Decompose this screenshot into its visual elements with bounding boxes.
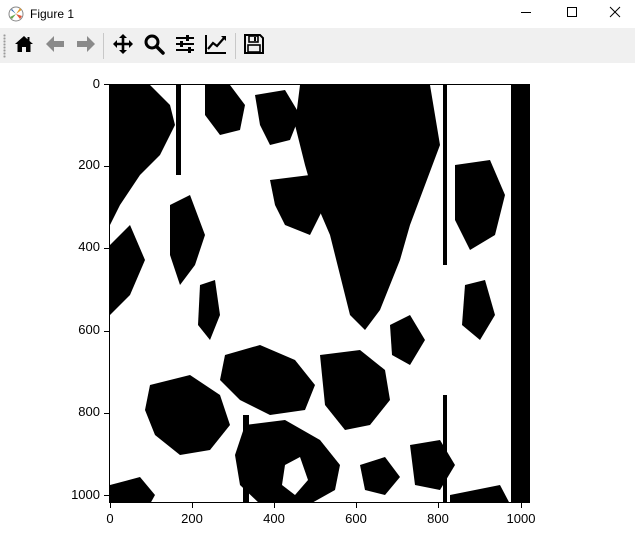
save-floppy-icon	[243, 33, 265, 60]
edit-axes-curves-icon	[204, 33, 228, 60]
y-tick-label: 600	[78, 322, 100, 337]
y-tick-label: 0	[92, 76, 100, 91]
minimize-icon	[520, 5, 532, 23]
forward-arrow-icon	[75, 33, 97, 60]
zoom-magnifier-icon	[143, 33, 165, 60]
zoom-button[interactable]	[141, 33, 167, 59]
home-button[interactable]	[11, 33, 37, 59]
navigation-toolbar	[0, 28, 635, 64]
save-button[interactable]	[241, 33, 267, 59]
maximize-button[interactable]	[549, 0, 595, 28]
image-axes[interactable]	[109, 84, 530, 503]
configure-subplots-button[interactable]	[172, 33, 198, 59]
forward-button[interactable]	[73, 33, 99, 59]
maximize-icon	[566, 5, 578, 23]
toolbar-separator	[103, 33, 104, 59]
x-tick-label: 600	[345, 511, 367, 526]
pan-button[interactable]	[110, 33, 136, 59]
x-tick-mark	[521, 503, 522, 508]
x-tick-mark	[438, 503, 439, 508]
window-title: Figure 1	[30, 7, 75, 21]
y-tick-label: 400	[78, 239, 100, 254]
home-icon	[13, 33, 35, 60]
close-icon	[609, 5, 621, 23]
window-titlebar: Figure 1	[0, 0, 635, 28]
figure-canvas[interactable]: 0 200 400 600 800 1000 0 200 400 600 800…	[0, 63, 635, 538]
toolbar-separator	[235, 33, 236, 59]
back-arrow-icon	[44, 33, 66, 60]
edit-axes-button[interactable]	[203, 33, 229, 59]
back-button[interactable]	[42, 33, 68, 59]
pan-move-icon	[112, 33, 134, 60]
x-tick-mark	[192, 503, 193, 508]
binarized-image	[110, 85, 529, 502]
x-tick-label: 200	[181, 511, 203, 526]
matplotlib-icon	[8, 6, 24, 22]
minimize-button[interactable]	[503, 0, 549, 28]
y-tick-label: 800	[78, 404, 100, 419]
x-tick-label: 800	[427, 511, 449, 526]
x-tick-mark	[110, 503, 111, 508]
x-tick-label: 1000	[506, 511, 536, 526]
close-button[interactable]	[595, 0, 635, 28]
x-tick-mark	[356, 503, 357, 508]
x-tick-label: 400	[263, 511, 285, 526]
configure-subplots-icon	[174, 33, 196, 60]
y-tick-label: 200	[78, 157, 100, 172]
x-tick-label: 0	[106, 511, 114, 526]
x-tick-mark	[274, 503, 275, 508]
y-tick-label: 1000	[71, 487, 100, 502]
toolbar-grip[interactable]	[3, 34, 6, 58]
